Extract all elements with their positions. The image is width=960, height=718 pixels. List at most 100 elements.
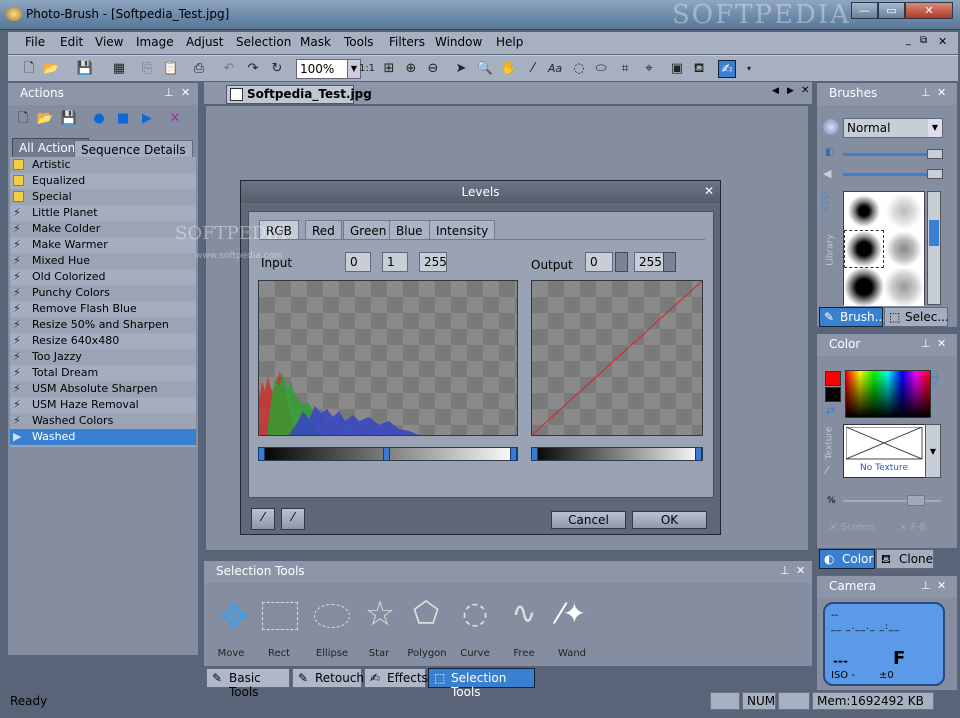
black-eyedropper-icon[interactable]: ⁄ [251,508,275,530]
pin-icon[interactable]: ⊥ [780,564,790,577]
scroll-down-icon[interactable]: ▽ [821,201,829,212]
selection-frame-icon[interactable]: ▣ [668,60,686,78]
tab-effects[interactable]: ✍ Effects [364,668,428,688]
lasso-icon[interactable]: ◌ [570,60,588,78]
tab-basic-tools[interactable]: ✎ Basic Tools [206,668,290,699]
actions-list-item[interactable]: ⚡ Resize 50% and Sharpen [10,317,196,333]
save-icon[interactable]: 💾 [76,60,94,78]
tab-intensity[interactable]: Intensity [429,220,496,240]
pointer-icon[interactable]: ➤ [452,60,470,78]
output-black-handle[interactable] [531,447,538,461]
screen-option[interactable]: × Screen [829,522,875,533]
output-black-spin[interactable] [615,252,628,272]
tab-retouch[interactable]: ✎ Retouch [292,668,364,688]
copy-icon[interactable]: ⎘ [138,60,156,78]
input-black[interactable]: 0 [345,252,371,272]
open-action-icon[interactable]: 📂 [36,110,54,128]
stamp-icon[interactable]: ⛾ [690,60,708,78]
output-white-handle[interactable] [695,447,702,461]
free-tool-icon[interactable]: ∿ [504,596,544,632]
ok-button[interactable]: OK [632,511,707,529]
new-action-icon[interactable]: 🗋 [14,110,32,128]
texture-opacity-slider[interactable] [843,500,941,502]
tab-selection-tools[interactable]: ⬚ Selection Tools [428,668,535,699]
grid-icon[interactable]: ▦ [110,60,128,78]
print-icon[interactable]: ⎙ [190,60,208,78]
new-icon[interactable]: 🗋 [20,60,38,78]
input-black-handle[interactable] [258,447,265,461]
document-tab[interactable]: Softpedia_Test.jpg [226,85,372,104]
actions-list-item[interactable]: ⚡ Mixed Hue [10,253,196,269]
paste-icon[interactable]: 📋 [162,60,180,78]
move-tool-label[interactable]: Move [211,648,251,659]
actions-list-item[interactable]: Artistic [10,157,196,173]
texture-dropdown-icon[interactable]: ▼ [925,424,941,478]
eyedropper-icon[interactable]: ⁄ [826,464,828,477]
ellipse-tool-icon[interactable] [314,604,350,628]
move-tool-icon[interactable]: ✥ [214,598,254,638]
brush-mode-icon[interactable]: ✍ [718,60,736,78]
zoom-input[interactable]: 100% [296,59,354,79]
blend-mode-select[interactable]: Normal ▼ [843,118,943,138]
free-tool-label[interactable]: Free [504,648,544,659]
output-white[interactable]: 255 [634,252,664,272]
actions-list-item[interactable]: ⚡ Washed Colors [10,413,196,429]
ellipse-tool-label[interactable]: Ellipse [312,648,352,659]
star-tool-label[interactable]: Star [359,648,399,659]
pin-icon[interactable]: ⊥ [164,86,174,99]
mdi-minimize-icon[interactable]: _ [906,35,911,46]
polygon-tool-icon[interactable]: ⬠ [406,596,446,632]
save-action-icon[interactable]: 💾 [60,110,78,128]
color-spectrum[interactable] [845,370,931,418]
cancel-button[interactable]: Cancel [551,511,626,529]
background-color[interactable] [825,387,841,402]
actions-list-item[interactable]: ⚡ Punchy Colors [10,285,196,301]
pin-icon[interactable]: ⊥ [921,579,931,592]
texture-opacity-thumb[interactable] [907,495,925,506]
tab-green[interactable]: Green [343,220,394,240]
output-black[interactable]: 0 [585,252,613,272]
record-icon[interactable]: ● [90,110,108,128]
foreground-color[interactable] [825,371,841,386]
tab-blue[interactable]: Blue [389,220,430,240]
brush-grid[interactable] [843,191,925,306]
actions-list-item[interactable]: Special [10,189,196,205]
size-slider-thumb[interactable] [927,149,943,159]
fb-option[interactable]: × F-B [899,522,926,533]
rotate-icon[interactable]: ↻ [268,60,286,78]
close-icon[interactable]: ✕ [181,86,190,99]
play-icon[interactable]: ▶ [138,110,156,128]
redo-icon[interactable]: ↷ [244,60,262,78]
minimize-button[interactable]: — [851,2,878,19]
hand-icon[interactable]: ✋ [500,60,518,78]
curve-tool-label[interactable]: Curve [455,648,495,659]
wand-tool-label[interactable]: Wand [552,648,592,659]
text-icon[interactable]: Aa [546,60,564,78]
tab-close-icon[interactable]: ✕ [801,85,809,96]
tab-selection[interactable]: ⬚ Selec... [884,307,949,327]
chevron-down-icon[interactable]: ▼ [928,119,942,137]
white-eyedropper-icon[interactable]: ⁄ [281,508,305,530]
output-slider[interactable] [531,447,703,461]
crop-settings-icon[interactable]: ⌖ [640,60,658,78]
close-button[interactable]: ✕ [905,2,953,19]
actual-size-button[interactable]: 1:1 [356,60,378,78]
scroll-up-icon[interactable]: △ [821,189,829,200]
magnifier-icon[interactable]: 🔍 [476,60,494,78]
close-icon[interactable]: ✕ [937,579,946,592]
actions-list-item[interactable]: ▶ Washed [10,429,196,445]
undo-icon[interactable]: ↶ [220,60,238,78]
mdi-close-icon[interactable]: ✕ [938,35,947,48]
spectrum-down-icon[interactable]: ▽ [931,376,939,387]
actions-list-item[interactable]: ⚡ Total Dream [10,365,196,381]
tab-brush[interactable]: ✎ Brush... [819,307,886,327]
tab-red[interactable]: Red [305,220,342,240]
close-icon[interactable]: ✕ [796,564,805,577]
output-white-spin[interactable] [663,252,676,272]
select-ellipse-icon[interactable]: ⬭ [592,60,610,78]
input-gamma-handle[interactable] [383,447,390,461]
actions-list-item[interactable]: ⚡ USM Haze Removal [10,397,196,413]
close-icon[interactable]: ✕ [937,337,946,350]
input-white-handle[interactable] [510,447,517,461]
menu-tools[interactable]: Tools [344,35,374,49]
